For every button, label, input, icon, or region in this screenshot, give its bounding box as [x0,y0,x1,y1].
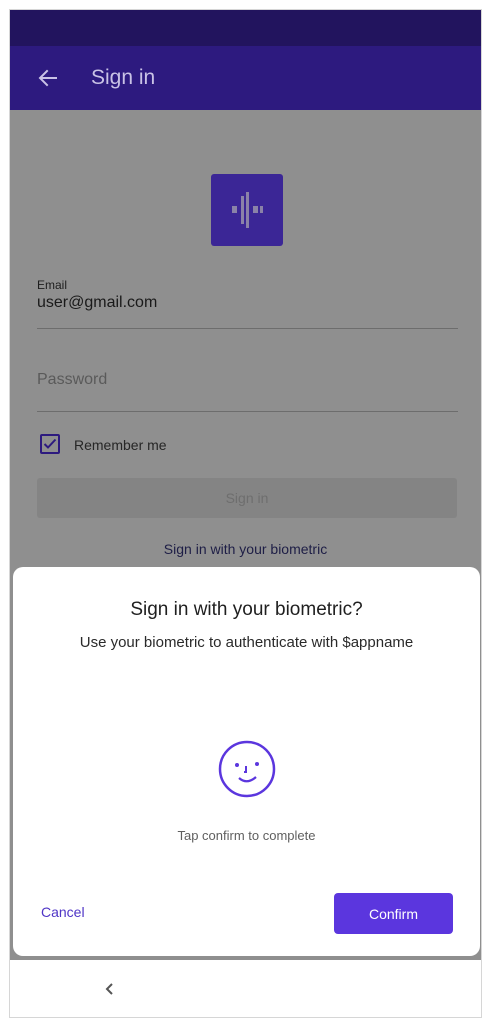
cancel-button[interactable]: Cancel [41,904,85,920]
phone-screen: Sign in Email user@gmail.com Password Re… [9,9,482,1018]
arrow-back-icon[interactable] [35,65,61,91]
confirm-button[interactable]: Confirm [334,893,453,934]
remember-checkbox[interactable] [40,434,60,454]
dialog-title: Sign in with your biometric? [130,599,363,620]
email-label: Email [37,278,68,292]
sign-in-button[interactable]: Sign in [37,478,457,518]
password-field[interactable]: Password [37,371,107,389]
biometric-dialog: Sign in with your biometric? Use your bi… [13,567,480,956]
check-icon [43,438,57,449]
email-field[interactable]: user@gmail.com [37,294,157,312]
dialog-hint: Tap confirm to complete [177,828,316,843]
dialog-description: Use your biometric to authenticate with … [79,634,414,651]
nav-back-icon[interactable] [102,980,118,998]
app-logo-icon [211,174,283,246]
status-bar [10,10,481,46]
email-underline [37,328,458,329]
face-icon [218,740,276,798]
app-bar: Sign in [10,46,481,110]
password-underline [37,411,458,412]
navigation-bar [10,960,481,1017]
page-title: Sign in [91,66,156,89]
remember-label: Remember me [74,437,167,453]
biometric-sign-in-link[interactable]: Sign in with your biometric [10,541,481,557]
